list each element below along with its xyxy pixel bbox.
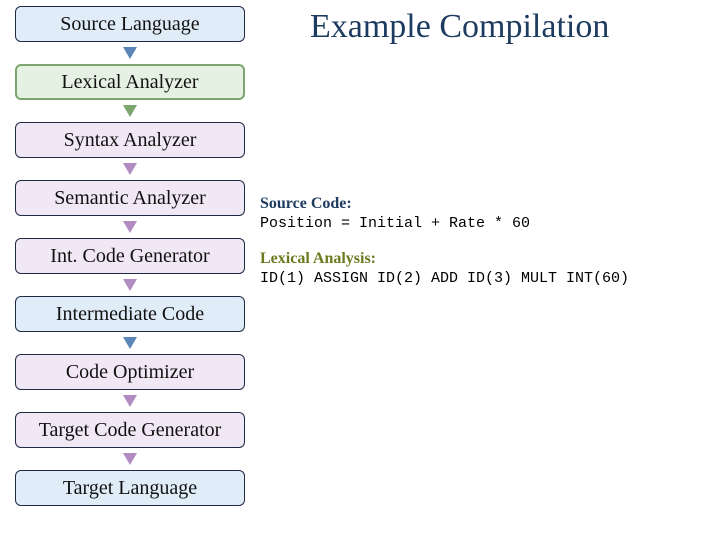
lexical-analysis-label: Lexical Analysis: bbox=[260, 250, 710, 268]
arrow-down-icon bbox=[123, 337, 137, 349]
arrow-down-icon bbox=[123, 279, 137, 291]
arrow-down-icon bbox=[123, 47, 137, 59]
source-code-text: Position = Initial + Rate * 60 bbox=[260, 215, 710, 232]
stage-code-optimizer: Code Optimizer bbox=[15, 354, 245, 390]
stage-int-code-generator: Int. Code Generator bbox=[15, 238, 245, 274]
example-content: Source Code: Position = Initial + Rate *… bbox=[260, 195, 710, 305]
stage-syntax-analyzer: Syntax Analyzer bbox=[15, 122, 245, 158]
page-title: Example Compilation bbox=[310, 8, 609, 46]
stage-intermediate-code: Intermediate Code bbox=[15, 296, 245, 332]
stage-target-code-generator: Target Code Generator bbox=[15, 412, 245, 448]
stage-source-language: Source Language bbox=[15, 6, 245, 42]
arrow-down-icon bbox=[123, 453, 137, 465]
stage-semantic-analyzer: Semantic Analyzer bbox=[15, 180, 245, 216]
stage-lexical-analyzer: Lexical Analyzer bbox=[15, 64, 245, 100]
arrow-down-icon bbox=[123, 221, 137, 233]
source-code-label: Source Code: bbox=[260, 195, 710, 213]
arrow-down-icon bbox=[123, 105, 137, 117]
arrow-down-icon bbox=[123, 163, 137, 175]
arrow-down-icon bbox=[123, 395, 137, 407]
compiler-pipeline: Source Language Lexical Analyzer Syntax … bbox=[8, 6, 252, 506]
stage-target-language: Target Language bbox=[15, 470, 245, 506]
lexical-analysis-text: ID(1) ASSIGN ID(2) ADD ID(3) MULT INT(60… bbox=[260, 270, 710, 287]
